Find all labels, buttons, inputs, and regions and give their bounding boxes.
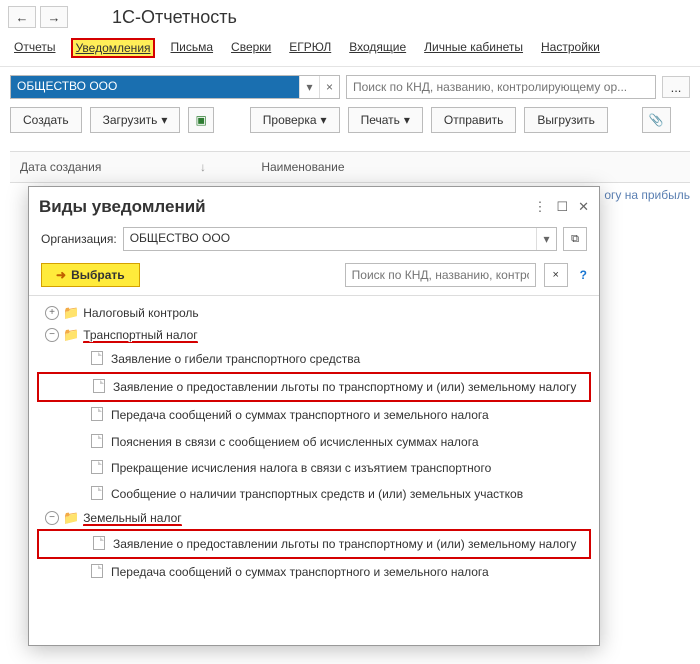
dialog-maximize-icon[interactable]: ☐	[556, 199, 568, 215]
org-filter-clear-icon[interactable]: ×	[319, 76, 339, 98]
tree-item[interactable]: Заявление о предоставлении льготы по тра…	[113, 379, 589, 395]
select-button[interactable]: ➜ Выбрать	[41, 263, 140, 287]
collapse-toggle[interactable]: −	[45, 511, 59, 525]
org-filter-dropdown-icon[interactable]: ▾	[299, 76, 319, 98]
highlighted-item-land[interactable]: Заявление о предоставлении льготы по тра…	[37, 529, 591, 559]
export-button[interactable]: Выгрузить	[524, 107, 608, 133]
sort-icon[interactable]: ↓	[200, 160, 206, 174]
folder-icon: 📁	[63, 305, 79, 321]
dialog-title: Виды уведомлений	[39, 197, 206, 217]
document-icon	[91, 564, 103, 578]
arrow-icon: ➜	[56, 268, 66, 282]
load-label: Загрузить	[103, 113, 158, 127]
tab-egrul[interactable]: ЕГРЮЛ	[289, 40, 331, 56]
select-label: Выбрать	[71, 268, 125, 282]
print-label: Печать	[361, 113, 400, 127]
grid-header: Дата создания ↓ Наименование	[10, 151, 690, 183]
tree-cat-land-tax[interactable]: Земельный налог	[83, 511, 181, 526]
chevron-down-icon: ▾	[161, 113, 167, 127]
org-filter-value: ОБЩЕСТВО ООО	[11, 76, 299, 98]
document-icon	[93, 536, 105, 550]
document-icon	[91, 460, 103, 474]
document-icon	[91, 434, 103, 448]
notification-types-dialog: Виды уведомлений ⋮ ☐ ✕ Организация: ОБЩЕ…	[28, 186, 600, 646]
folder-icon: 📁	[63, 327, 79, 343]
tree-cat-transport-tax[interactable]: Транспортный налог	[83, 328, 198, 343]
help-icon[interactable]: ?	[580, 268, 587, 282]
tab-accounts[interactable]: Личные кабинеты	[424, 40, 523, 56]
dialog-close-icon[interactable]: ✕	[578, 199, 589, 215]
app-title: 1С-Отчетность	[112, 7, 237, 28]
tree-item[interactable]: Сообщение о наличии транспортных средств…	[111, 486, 591, 502]
tab-settings[interactable]: Настройки	[541, 40, 600, 56]
tab-notifications[interactable]: Уведомления	[73, 40, 152, 56]
search-input[interactable]	[347, 77, 655, 97]
tabs: Отчеты Уведомления Письма Сверки ЕГРЮЛ В…	[0, 34, 700, 67]
tree-item[interactable]: Прекращение исчисления налога в связи с …	[111, 460, 591, 476]
col-name[interactable]: Наименование	[261, 160, 344, 174]
document-icon	[91, 486, 103, 500]
tab-incoming[interactable]: Входящие	[349, 40, 406, 56]
chevron-down-icon: ▾	[404, 113, 410, 127]
search-more-button[interactable]: ...	[662, 76, 690, 98]
background-row-text: огу на прибыль	[604, 188, 690, 202]
send-button[interactable]: Отправить	[431, 107, 517, 133]
dialog-org-popup-button[interactable]: ⧉	[563, 227, 587, 251]
check-button[interactable]: Проверка ▾	[250, 107, 340, 133]
create-button[interactable]: Создать	[10, 107, 82, 133]
forward-button[interactable]: →	[40, 6, 68, 28]
org-label: Организация:	[41, 232, 117, 246]
search-box[interactable]	[346, 75, 656, 99]
tree-item[interactable]: Заявление о гибели транспортного средств…	[111, 351, 591, 367]
highlighted-item-transport[interactable]: Заявление о предоставлении льготы по тра…	[37, 372, 591, 402]
document-icon	[91, 407, 103, 421]
check-label: Проверка	[263, 113, 317, 127]
attach-button[interactable]: 📎	[642, 107, 671, 133]
collapse-toggle[interactable]: −	[45, 328, 59, 342]
tree-item[interactable]: Пояснения в связи с сообщением об исчисл…	[111, 434, 591, 450]
dialog-org-value: ОБЩЕСТВО ООО	[124, 228, 536, 250]
col-date[interactable]: Дата создания	[20, 160, 101, 174]
document-icon	[91, 351, 103, 365]
load-button[interactable]: Загрузить ▾	[90, 107, 181, 133]
tree-item[interactable]: Заявление о предоставлении льготы по тра…	[113, 536, 589, 552]
tab-reports[interactable]: Отчеты	[14, 40, 55, 56]
chevron-down-icon: ▾	[321, 113, 327, 127]
dialog-search-input[interactable]	[346, 265, 535, 285]
tab-reconciliations[interactable]: Сверки	[231, 40, 271, 56]
dialog-org-combo[interactable]: ОБЩЕСТВО ООО ▾	[123, 227, 557, 251]
dialog-search-clear[interactable]: ×	[544, 263, 568, 287]
tree-cat-tax-control[interactable]: Налоговый контроль	[83, 306, 199, 320]
document-icon	[93, 379, 105, 393]
tab-letters[interactable]: Письма	[171, 40, 214, 56]
tree-item[interactable]: Передача сообщений о суммах транспортног…	[111, 564, 591, 580]
print-button[interactable]: Печать ▾	[348, 107, 423, 133]
org-filter-combo[interactable]: ОБЩЕСТВО ООО ▾ ×	[10, 75, 340, 99]
tree-item[interactable]: Передача сообщений о суммах транспортног…	[111, 407, 591, 423]
dialog-search-box[interactable]	[345, 263, 536, 287]
app-icon-button[interactable]: ▣	[188, 107, 213, 133]
back-button[interactable]: ←	[8, 6, 36, 28]
tree: + 📁 Налоговый контроль − 📁 Транспортный …	[29, 295, 599, 645]
dialog-menu-icon[interactable]: ⋮	[533, 199, 546, 215]
chevron-down-icon[interactable]: ▾	[536, 228, 556, 250]
folder-icon: 📁	[63, 510, 79, 526]
expand-toggle[interactable]: +	[45, 306, 59, 320]
